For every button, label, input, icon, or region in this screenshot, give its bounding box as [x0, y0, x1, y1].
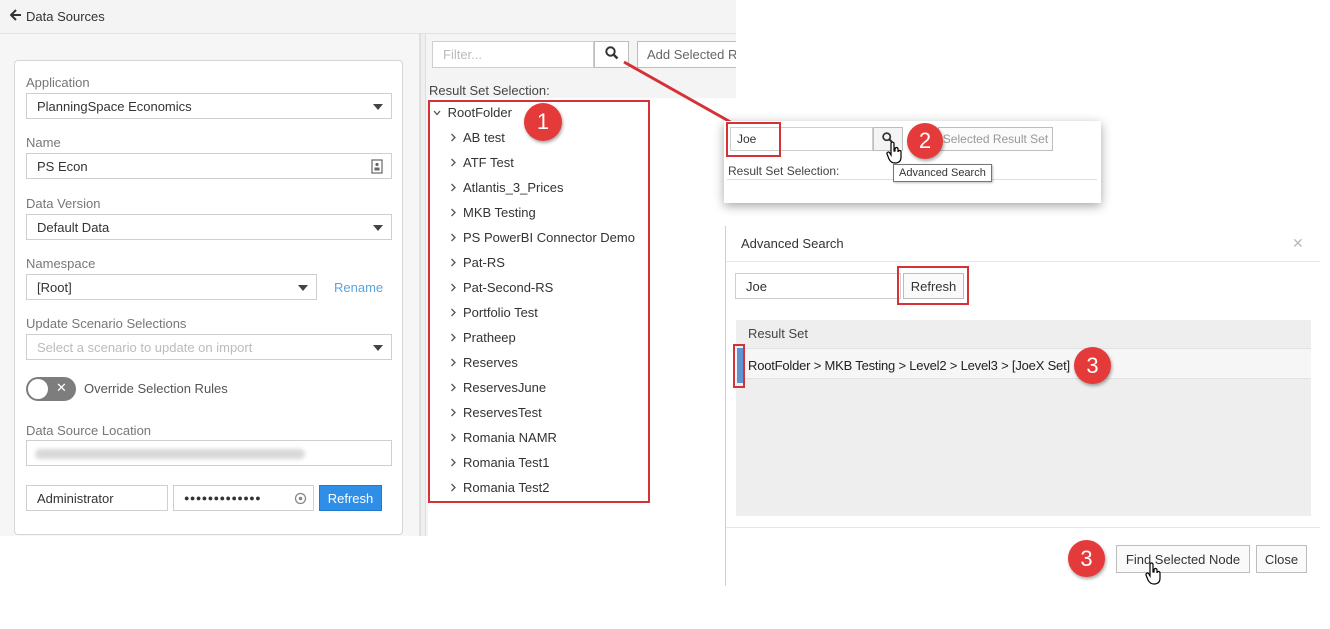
- annotation-badge-1: 1: [524, 103, 562, 141]
- advanced-search-value: Joe: [746, 278, 767, 294]
- result-grid-header: Result Set: [748, 326, 808, 341]
- update-scenario-placeholder: Select a scenario to update on import: [37, 339, 253, 355]
- toggle-knob: [28, 379, 48, 399]
- hand-cursor-icon: [1145, 562, 1163, 589]
- data-version-value: Default Data: [37, 219, 110, 235]
- close-icon: ✕: [56, 380, 67, 395]
- name-value: PS Econ: [37, 158, 88, 174]
- dialog-header-divider: [726, 261, 1320, 262]
- namespace-value: [Root]: [37, 279, 72, 295]
- zoom-selection-label: Result Set Selection:: [728, 164, 840, 178]
- find-selected-node-button[interactable]: Find Selected Node: [1116, 545, 1250, 573]
- application-label: Application: [26, 75, 90, 90]
- annotation-box-refresh: [897, 266, 969, 305]
- result-set-selection-label: Result Set Selection:: [429, 83, 550, 98]
- annotation-badge-3a: 3: [1074, 347, 1111, 384]
- chevron-down-icon: [373, 225, 383, 231]
- update-scenario-label: Update Scenario Selections: [26, 316, 187, 331]
- annotation-badge-3b: 3: [1068, 540, 1105, 577]
- override-label: Override Selection Rules: [84, 381, 228, 396]
- location-field[interactable]: [26, 440, 392, 466]
- back-link[interactable]: Data Sources: [9, 9, 105, 24]
- username-value: Administrator: [37, 490, 114, 506]
- close-icon[interactable]: ✕: [1292, 235, 1304, 252]
- application-select[interactable]: PlanningSpace Economics: [26, 93, 392, 119]
- hand-cursor-icon: [886, 141, 904, 167]
- arrow-left-icon: [9, 9, 22, 24]
- reveal-password-icon[interactable]: [294, 492, 307, 507]
- refresh-button[interactable]: Refresh: [319, 485, 382, 511]
- search-icon: [604, 46, 619, 63]
- annotation-connector: [623, 60, 735, 126]
- data-version-select[interactable]: Default Data: [26, 214, 392, 240]
- contact-card-icon: [371, 159, 383, 177]
- annotation-box-2: [726, 122, 781, 157]
- blurred-location-value: [35, 449, 305, 459]
- name-field[interactable]: PS Econ: [26, 153, 392, 179]
- advanced-search-title: Advanced Search: [741, 236, 844, 251]
- annotation-box-1: [428, 100, 650, 503]
- advanced-search-input[interactable]: Joe: [735, 273, 901, 299]
- chevron-down-icon: [373, 104, 383, 110]
- back-label: Data Sources: [26, 9, 105, 24]
- password-field[interactable]: ●●●●●●●●●●●●●: [173, 485, 314, 511]
- result-path: RootFolder > MKB Testing > Level2 > Leve…: [748, 358, 1070, 373]
- location-label: Data Source Location: [26, 423, 152, 438]
- password-mask: ●●●●●●●●●●●●●: [184, 493, 262, 503]
- data-version-label: Data Version: [26, 196, 101, 211]
- chevron-down-icon: [298, 285, 308, 291]
- name-label: Name: [26, 135, 61, 150]
- dialog-footer-divider: [726, 527, 1320, 528]
- namespace-select[interactable]: [Root]: [26, 274, 317, 300]
- rename-link[interactable]: Rename: [334, 280, 383, 295]
- namespace-label: Namespace: [26, 256, 96, 271]
- chevron-down-icon: [373, 345, 383, 351]
- update-scenario-select[interactable]: Select a scenario to update on import: [26, 334, 392, 360]
- advanced-search-tooltip: Advanced Search: [893, 164, 992, 182]
- annotation-badge-2: 2: [907, 123, 943, 159]
- filter-placeholder: Filter...: [443, 47, 483, 62]
- close-button[interactable]: Close: [1256, 545, 1307, 573]
- top-bar: [0, 0, 736, 34]
- filter-input[interactable]: Filter...: [432, 41, 594, 68]
- application-value: PlanningSpace Economics: [37, 98, 192, 114]
- zoom-add-selected-button[interactable]: Selected Result Set: [938, 127, 1053, 151]
- annotation-box-3: [733, 344, 745, 388]
- username-field[interactable]: Administrator: [26, 485, 168, 511]
- override-toggle[interactable]: ✕: [26, 377, 76, 401]
